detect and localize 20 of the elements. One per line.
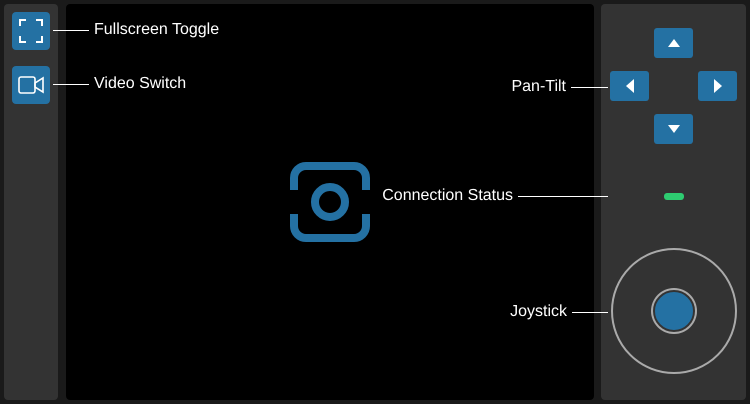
triangle-right-icon <box>712 79 724 93</box>
leader-line <box>571 86 608 88</box>
callout-label: Pan-Tilt <box>511 78 566 96</box>
callout-label: Joystick <box>510 303 567 321</box>
sidebar-button[interactable] <box>12 12 50 50</box>
video-camera-icon <box>18 76 44 94</box>
callout-label: Fullscreen Toggle <box>94 21 220 39</box>
pan-down-button[interactable] <box>654 114 693 144</box>
triangle-left-icon <box>624 79 636 93</box>
pan-up-button[interactable] <box>654 28 693 58</box>
callout-label: Video Switch <box>94 75 186 93</box>
pan-right-button[interactable] <box>698 71 737 101</box>
triangle-up-icon <box>666 37 680 49</box>
fullscreen-icon <box>19 19 43 43</box>
camera-icon <box>290 162 370 242</box>
pan-left-button[interactable] <box>610 71 649 101</box>
triangle-down-icon <box>666 123 680 135</box>
joystick-knob[interactable] <box>652 290 694 332</box>
callout-label: Connection Status <box>382 187 513 205</box>
sidebar-button[interactable] <box>12 66 50 104</box>
